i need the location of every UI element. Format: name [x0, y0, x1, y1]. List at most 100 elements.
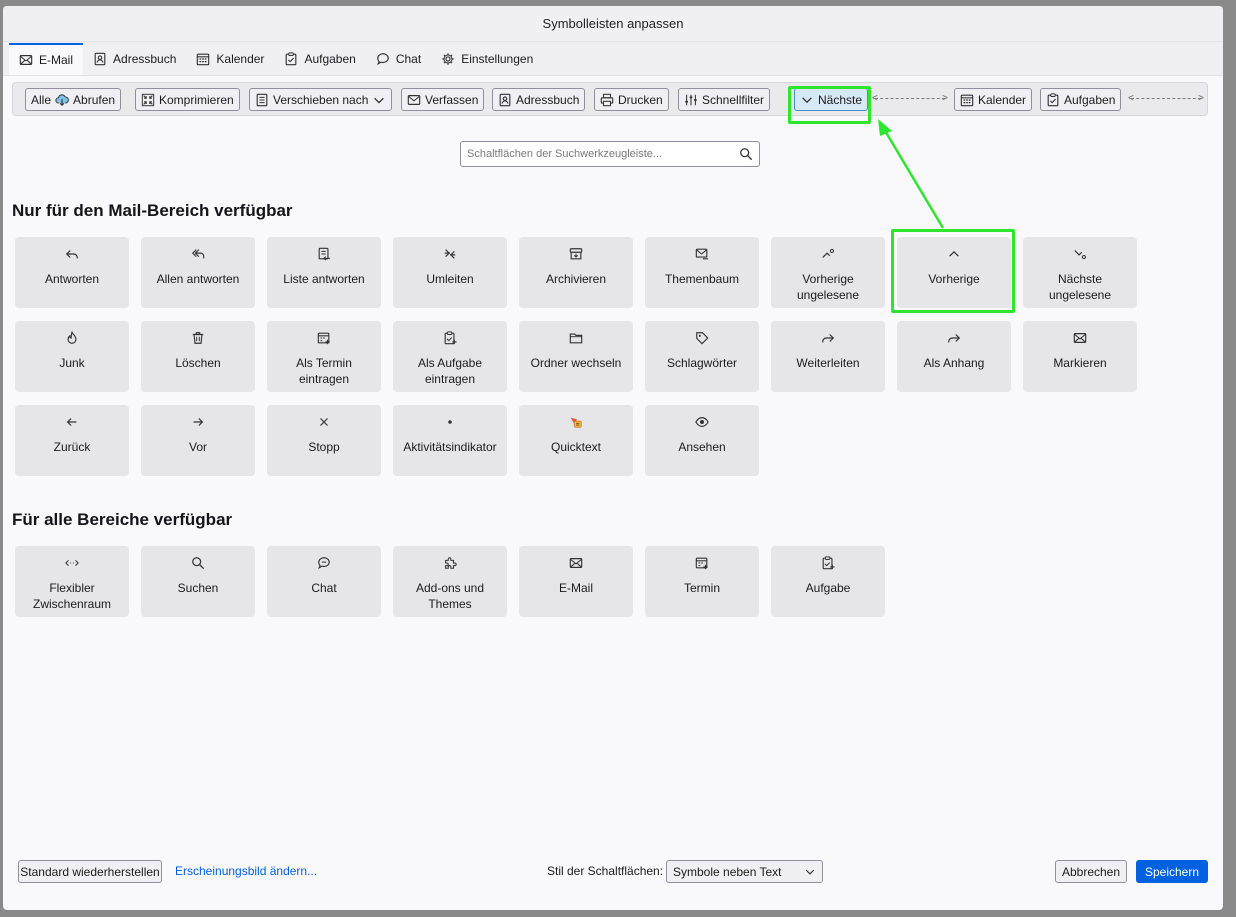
tab-tasks[interactable]: Aufgaben [274, 43, 365, 75]
tile-label: Löschen [175, 356, 221, 370]
palette-item-view[interactable]: Ansehen [645, 405, 759, 476]
redirect-icon [444, 249, 456, 259]
toolbar-move-to-button[interactable]: Verschieben nach [249, 88, 393, 111]
button-style-value: Symbole neben Text [673, 864, 782, 879]
chat-icon [376, 53, 389, 66]
palette-item-search[interactable]: Suchen [141, 546, 255, 617]
tile-label: Aktivitätsindikator [403, 440, 497, 454]
toolbar-compose-button[interactable]: Verfassen [401, 88, 485, 111]
chevron-down-icon [805, 869, 815, 875]
section-title-all-spaces: Für alle Bereiche verfügbar [12, 510, 233, 529]
palette-item-quicktext[interactable]: Quicktext [519, 405, 633, 476]
tile-label: Junk [59, 356, 85, 370]
palette-item-archive[interactable]: Archivieren [519, 237, 633, 308]
palette-item-email[interactable]: E-Mail [519, 546, 633, 617]
palette-item-event[interactable]: Termin [645, 546, 759, 617]
toolbar-address-book-button[interactable]: Adressbuch [492, 88, 586, 111]
palette-item-throbber[interactable]: Aktivitätsindikator [393, 405, 507, 476]
junk-icon [67, 331, 77, 344]
toolbar-compact-button[interactable]: Komprimieren [135, 88, 240, 111]
palette-item-forward[interactable]: Weiterleiten [771, 321, 885, 392]
toolbar-tasks-button[interactable]: Aufgaben [1040, 88, 1122, 111]
toolbar-item-label: Schnellfilter [702, 92, 765, 107]
save-button[interactable]: Speichern [1136, 860, 1208, 883]
restore-default-button[interactable]: Standard wiederherstellen [18, 860, 162, 883]
palette-item-redirect[interactable]: Umleiten [393, 237, 507, 308]
palette-item-reply-all[interactable]: Allen antworten [141, 237, 255, 308]
palette-item-chat[interactable]: Chat [267, 546, 381, 617]
tab-calendar[interactable]: Kalender [186, 43, 274, 75]
palette-item-back[interactable]: Zurück [15, 405, 129, 476]
chevron-down-icon [374, 97, 385, 104]
tile-label: Ansehen [678, 440, 726, 454]
search-icon [740, 148, 753, 161]
tile-label: Liste antworten [283, 272, 365, 286]
palette-item-flexible-space[interactable]: Flexibler Zwischenraum [15, 546, 129, 617]
toolbar-flexible-space[interactable]: < > [1128, 93, 1204, 104]
tab-email[interactable]: E-Mail [9, 43, 84, 75]
flexible-space-icon [65, 560, 79, 566]
palette-item-add-as-task[interactable]: Als Aufgabe eintragen [393, 321, 507, 392]
palette-item-previous[interactable]: Vorherige [897, 237, 1011, 308]
previous-unread-icon [822, 248, 835, 258]
tab-address-book[interactable]: Adressbuch [83, 43, 186, 75]
toolbar-print-button[interactable]: Drucken [594, 88, 669, 111]
palette-item-next-unread[interactable]: Nächste ungelesene [1023, 237, 1137, 308]
tile-label: Als Aufgabe eintragen [417, 356, 483, 386]
archive-icon [569, 248, 583, 260]
palette-item-reply-list[interactable]: Liste antworten [267, 237, 381, 308]
toolbar-get-all-button[interactable]: Alle Abrufen [25, 88, 122, 111]
palette-item-delete[interactable]: Löschen [141, 321, 255, 392]
toolbar-item-label: Alle [31, 92, 52, 107]
toolbar-preview[interactable]: Alle Abrufen Komprimieren Verschieben na… [12, 82, 1208, 116]
palette-item-stop[interactable]: Stopp [267, 405, 381, 476]
address-book-icon [94, 52, 106, 66]
tile-label: Termin [683, 581, 720, 595]
palette-item-add-as-event[interactable]: Als Termin eintragen [267, 321, 381, 392]
tab-label: Aufgaben [304, 52, 356, 66]
tab-label: Einstellungen [461, 52, 534, 66]
toolbar-button-search[interactable] [460, 141, 760, 167]
palette-item-threads[interactable]: Themenbaum [645, 237, 759, 308]
palette-item-folder-location[interactable]: Ordner wechseln [519, 321, 633, 392]
calendar-event-icon [695, 557, 708, 570]
toolbar-item-label: Komprimieren [159, 92, 234, 107]
section-title-mail: Nur für den Mail-Bereich verfügbar [12, 201, 293, 220]
tab-label: Chat [395, 52, 422, 66]
tab-settings[interactable]: Einstellungen [431, 43, 543, 75]
tab-chat[interactable]: Chat [366, 43, 431, 75]
gear-icon [442, 53, 454, 65]
button-style-label: Stil der Schaltflächen: [547, 864, 664, 878]
palette-item-junk[interactable]: Junk [15, 321, 129, 392]
calendar-icon [960, 94, 974, 106]
address-book-icon [499, 93, 511, 106]
task-icon [822, 556, 835, 570]
quicktext-icon [570, 417, 582, 428]
reply-all-icon [191, 249, 205, 259]
filter-icon [685, 94, 697, 105]
palette-item-addons[interactable]: Add-ons und Themes [393, 546, 507, 617]
toolbar-quick-filter-button[interactable]: Schnellfilter [678, 88, 771, 111]
cancel-button[interactable]: Abbrechen [1055, 860, 1127, 883]
palette-item-forward-as-attachment[interactable]: Als Anhang [897, 321, 1011, 392]
search-input[interactable] [461, 142, 729, 166]
puzzle-icon [445, 557, 457, 569]
palette-item-reply[interactable]: Antworten [15, 237, 129, 308]
palette-item-forward-nav[interactable]: Vor [141, 405, 255, 476]
window-titlebar: Symbolleisten anpassen [3, 6, 1223, 42]
change-appearance-link[interactable]: Erscheinungsbild ändern... [175, 864, 317, 878]
tile-label: Antworten [44, 272, 100, 286]
tile-label: Stopp [308, 440, 340, 454]
dot-icon [448, 420, 452, 424]
toolbar-calendar-button[interactable]: Kalender [954, 88, 1033, 111]
toolbar-flexible-space[interactable]: < > [872, 93, 948, 104]
palette-item-mark[interactable]: Markieren [1023, 321, 1137, 392]
palette-item-previous-unread[interactable]: Vorherige ungelesene [771, 237, 885, 308]
forward-attachment-icon [948, 334, 961, 343]
window-title: Symbolleisten anpassen [542, 16, 684, 31]
reply-list-icon [318, 247, 331, 261]
button-style-select[interactable]: Symbole neben Text [666, 860, 823, 883]
palette-item-tags[interactable]: Schlagwörter [645, 321, 759, 392]
reply-icon [65, 250, 78, 259]
palette-item-task[interactable]: Aufgabe [771, 546, 885, 617]
